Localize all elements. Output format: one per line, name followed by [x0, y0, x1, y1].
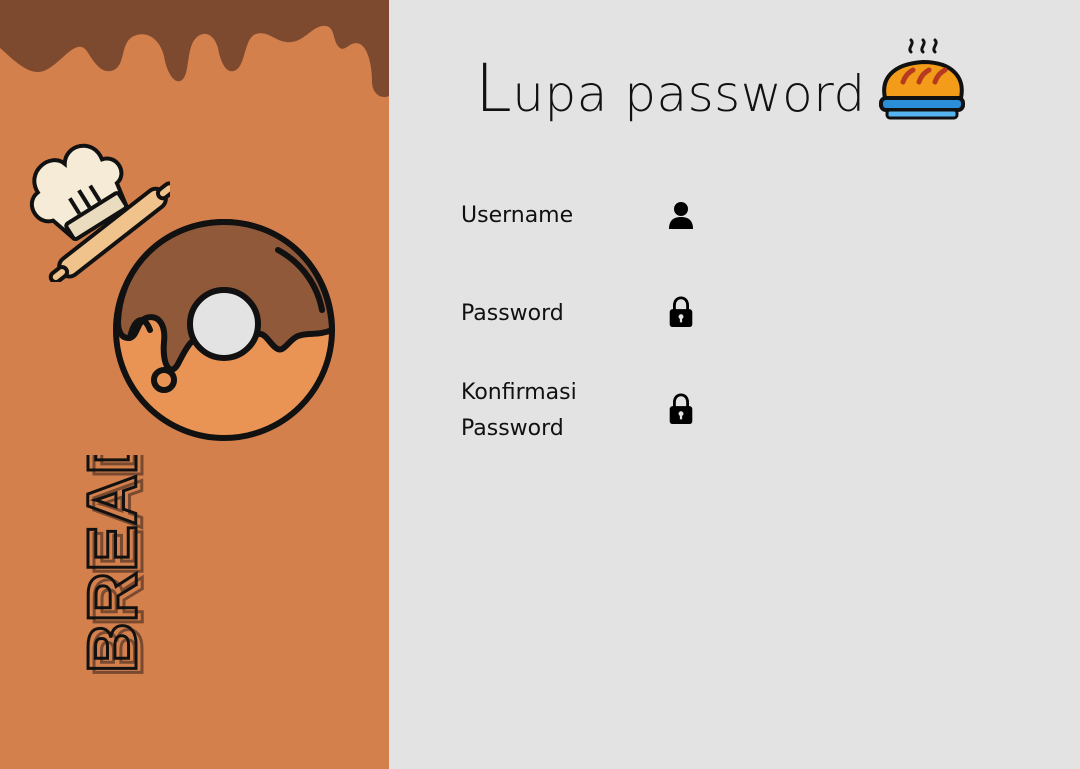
forgot-password-panel: Lupa password Username Password Konfirma… [389, 0, 1080, 769]
confirm-password-row: Konfirmasi Password [461, 375, 1071, 447]
brand-word-text: BREAD [76, 455, 151, 673]
brand-word-bread: BREAD BREAD [72, 423, 159, 680]
page-title: Lupa password [475, 50, 866, 127]
donut-illustration [113, 219, 335, 441]
lock-icon [669, 296, 693, 328]
password-label: Password [461, 301, 564, 326]
hot-bread-icon [879, 38, 965, 120]
left-decorative-panel: BREAD BREAD [0, 0, 389, 769]
confirm-password-input[interactable] [711, 393, 1071, 429]
username-input[interactable] [711, 198, 1071, 234]
confirm-password-label-line2: Password [461, 416, 564, 441]
username-label: Username [461, 203, 574, 228]
page-title-initial: L [475, 50, 513, 127]
lock-icon [669, 393, 693, 425]
confirm-password-label-line1: Konfirmasi [461, 380, 577, 405]
username-row: Username [461, 198, 1071, 234]
password-input[interactable] [711, 296, 1071, 332]
page-title-rest: upa password [512, 65, 866, 123]
user-icon [669, 202, 693, 229]
password-row: Password [461, 296, 1071, 332]
chocolate-drip-decoration [0, 0, 389, 98]
